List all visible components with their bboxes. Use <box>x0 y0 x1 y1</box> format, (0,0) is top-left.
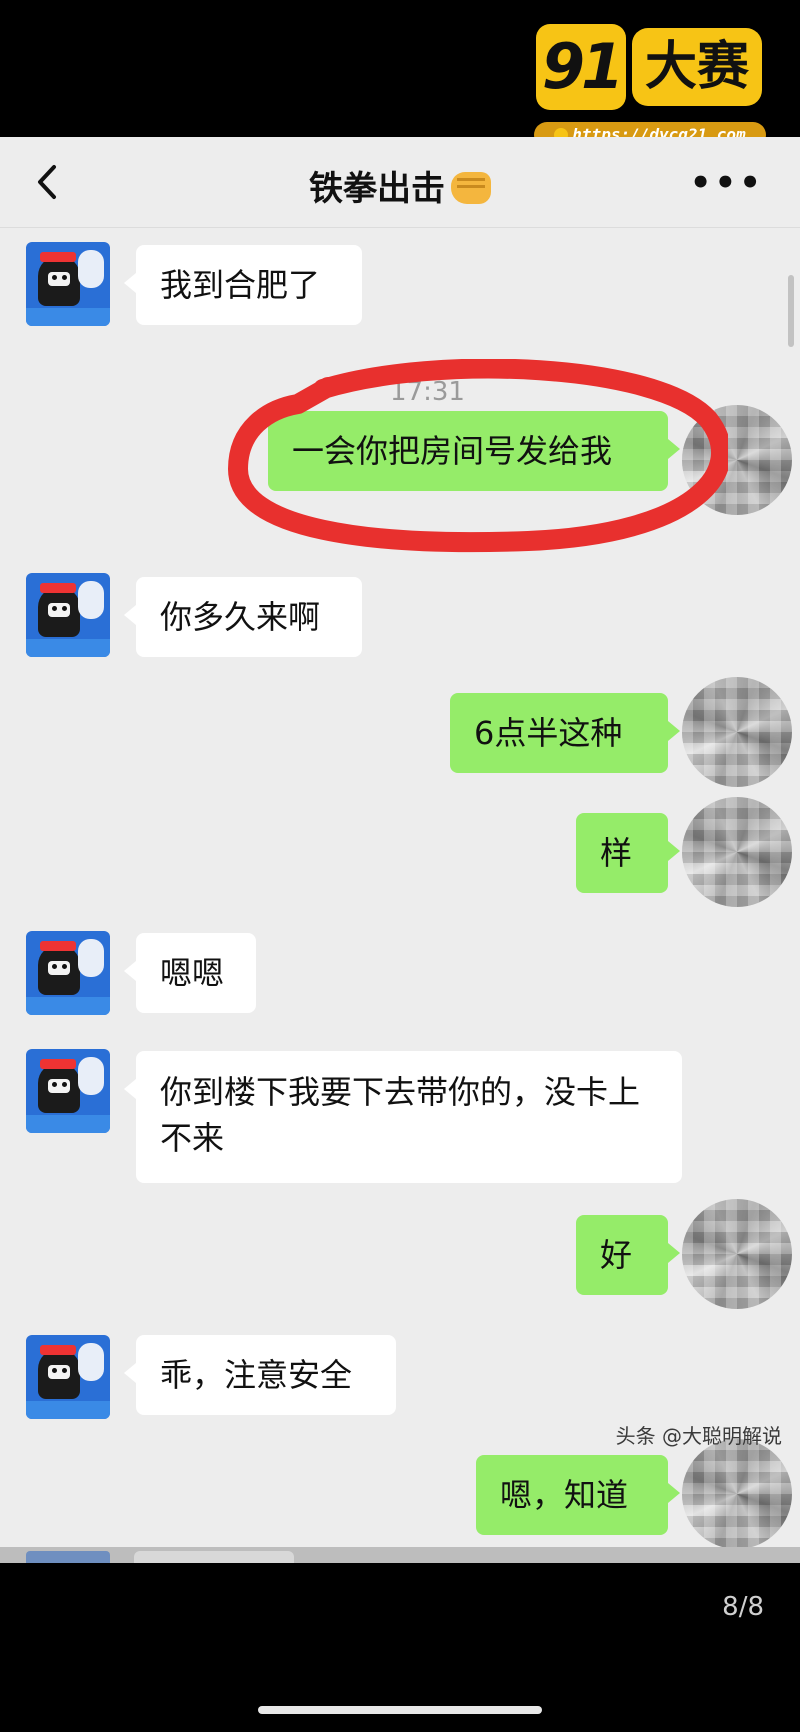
contact-avatar[interactable] <box>26 573 110 657</box>
next-message-peek <box>0 1547 800 1563</box>
message-bubble-outgoing[interactable]: 样 <box>576 813 680 893</box>
logo-name: 大赛 <box>632 28 762 106</box>
contact-avatar[interactable] <box>26 1335 110 1419</box>
page-counter: 8/8 <box>722 1592 764 1622</box>
home-indicator[interactable] <box>258 1706 542 1714</box>
user-avatar-blurred[interactable] <box>682 1439 792 1549</box>
message-timestamp: 17:31 <box>390 377 465 407</box>
chat-header: 铁拳出击 ••• <box>0 137 800 228</box>
message-bubble-outgoing[interactable]: 嗯，知道 <box>476 1455 680 1535</box>
message-bubble-incoming[interactable]: 乖，注意安全 <box>124 1335 396 1415</box>
contact-avatar[interactable] <box>26 242 110 326</box>
logo-number: 91 <box>536 24 626 110</box>
message-bubble-incoming[interactable]: 嗯嗯 <box>124 933 256 1013</box>
message-bubble-outgoing[interactable]: 好 <box>576 1215 680 1295</box>
chat-title: 铁拳出击 <box>0 161 800 210</box>
contact-avatar[interactable] <box>26 931 110 1015</box>
chat-title-text: 铁拳出击 <box>309 169 445 209</box>
site-logo[interactable]: 91 大赛 <box>536 24 766 110</box>
scrollbar[interactable] <box>788 275 794 347</box>
user-avatar-blurred[interactable] <box>682 677 792 787</box>
message-bubble-outgoing[interactable]: 一会你把房间号发给我 <box>268 411 680 491</box>
more-options-icon[interactable]: ••• <box>690 166 764 200</box>
source-watermark: 头条 @大聪明解说 <box>615 1424 782 1448</box>
user-avatar-blurred[interactable] <box>682 797 792 907</box>
chat-screen: 铁拳出击 ••• 我到合肥了 17:31 一会你把房间号发给我 你多久来啊 6点… <box>0 137 800 1563</box>
user-avatar-blurred[interactable] <box>682 1199 792 1309</box>
message-bubble-incoming[interactable]: 我到合肥了 <box>124 245 362 325</box>
fist-emoji-icon <box>451 172 491 204</box>
message-bubble-incoming[interactable]: 你多久来啊 <box>124 577 362 657</box>
message-bubble-incoming[interactable]: 你到楼下我要下去带你的，没卡上不来 <box>124 1051 682 1183</box>
message-bubble-outgoing[interactable]: 6点半这种 <box>450 693 680 773</box>
user-avatar-blurred[interactable] <box>682 405 792 515</box>
contact-avatar[interactable] <box>26 1049 110 1133</box>
